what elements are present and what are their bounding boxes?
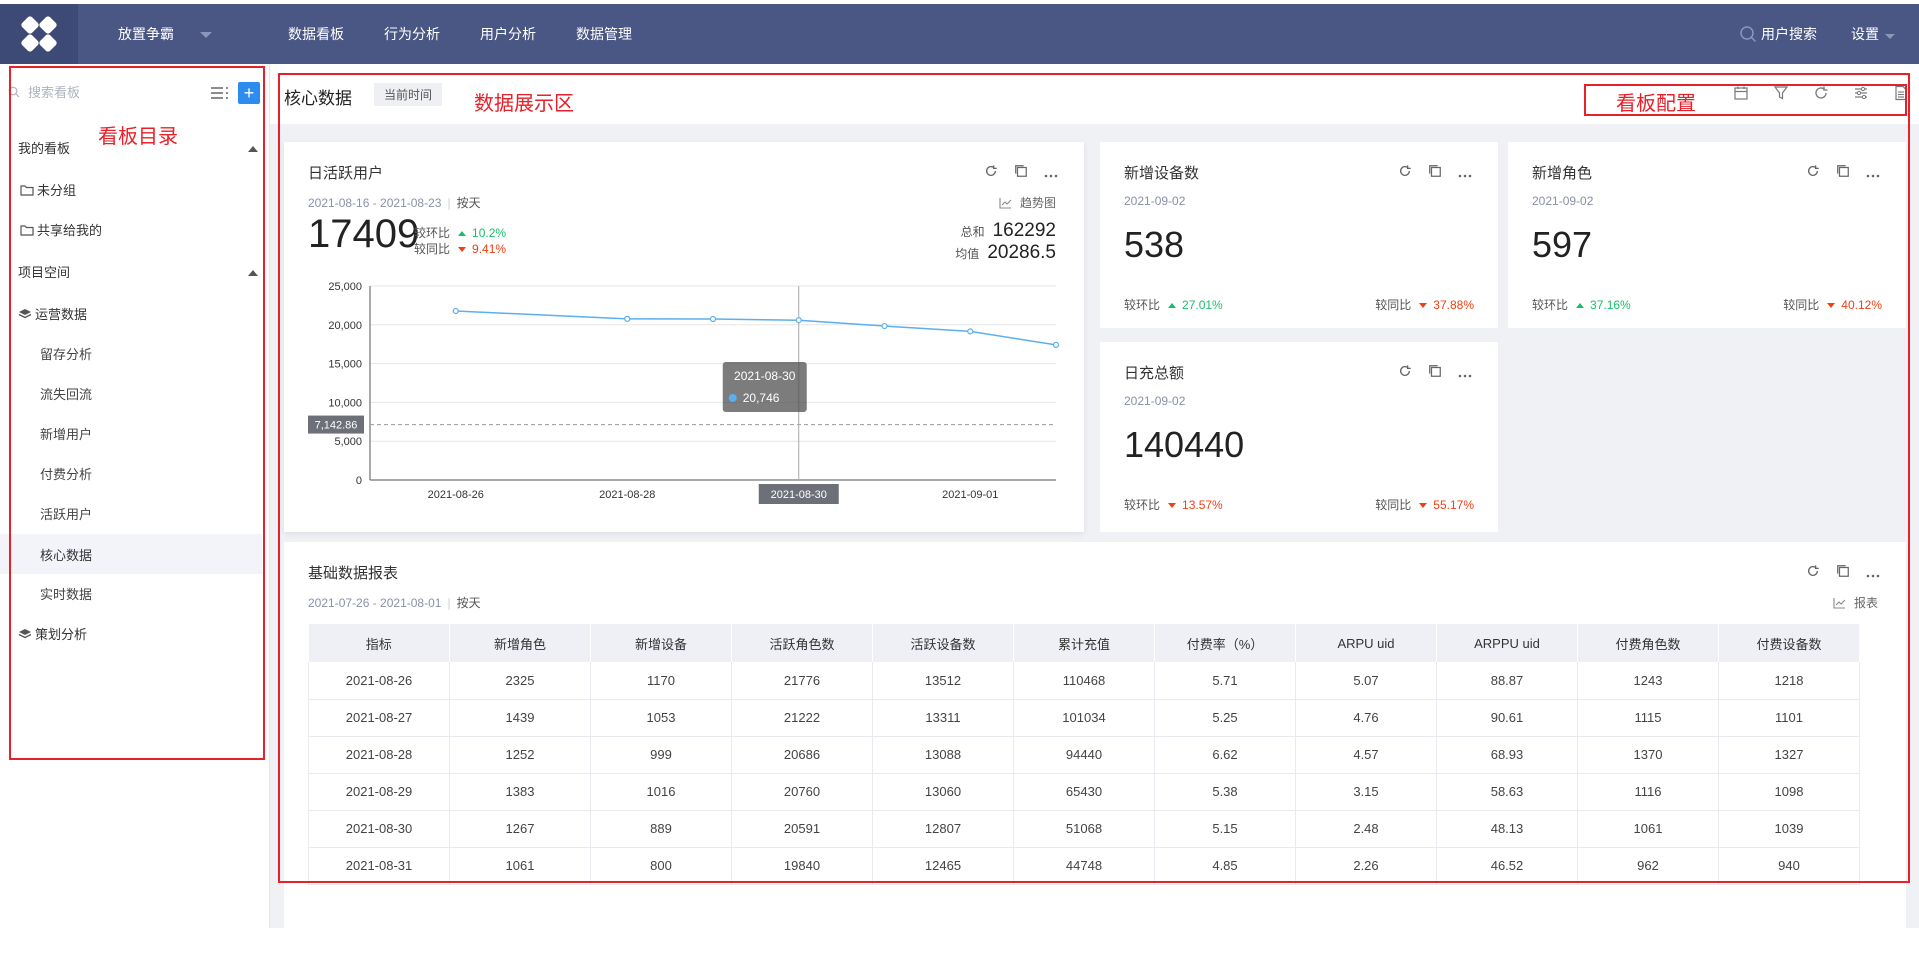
logo[interactable]: [0, 4, 78, 64]
user-search-button[interactable]: 用户搜索: [1739, 24, 1817, 44]
settings-label: 设置: [1851, 26, 1879, 42]
catalog-annotation-box: [9, 66, 265, 760]
display-annotation-label: 数据展示区: [474, 93, 574, 115]
display-annotation-box: [278, 73, 1910, 883]
main-nav: 数据看板 行为分析 用户分析 数据管理: [288, 4, 672, 64]
chevron-down-icon: [1885, 34, 1895, 39]
next-card-edge: [284, 948, 1906, 958]
config-annotation-label: 看板配置: [1616, 93, 1696, 115]
top-right-tools: 用户搜索 设置: [1739, 4, 1895, 64]
top-navbar: 放置争霸 数据看板 行为分析 用户分析 数据管理 用户搜索 设置: [0, 4, 1919, 64]
project-name: 放置争霸: [118, 26, 174, 42]
chevron-down-icon: [200, 32, 212, 39]
search-icon: [1740, 26, 1757, 43]
nav-dashboard[interactable]: 数据看板: [288, 4, 344, 64]
nav-data-mgmt[interactable]: 数据管理: [576, 4, 632, 64]
settings-menu[interactable]: 设置: [1851, 24, 1895, 44]
nav-users[interactable]: 用户分析: [480, 4, 536, 64]
user-search-label: 用户搜索: [1761, 26, 1817, 42]
catalog-annotation-label: 看板目录: [98, 126, 178, 148]
project-selector[interactable]: 放置争霸: [118, 4, 212, 64]
nav-behavior[interactable]: 行为分析: [384, 4, 440, 64]
logo-icon: [21, 16, 57, 52]
